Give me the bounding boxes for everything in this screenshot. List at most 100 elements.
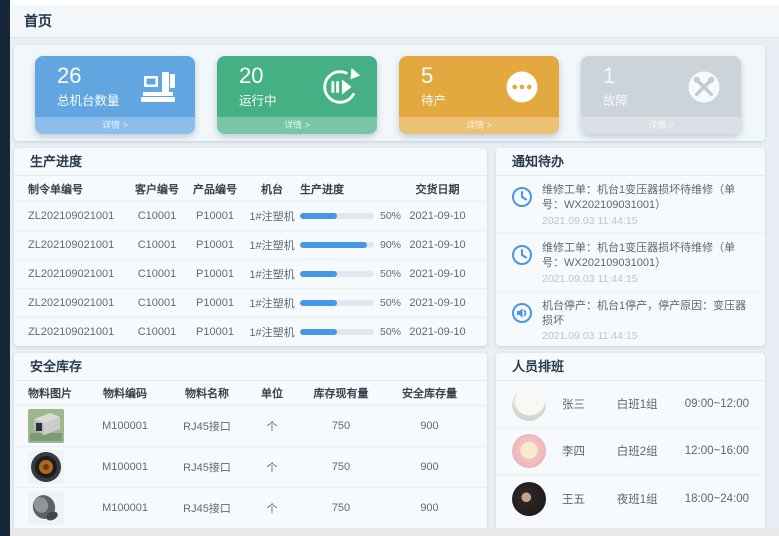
cell-code: M100001 (84, 461, 166, 473)
cell-unit: 个 (248, 459, 296, 475)
person-shift: 白班2组 (617, 443, 685, 459)
col-header-customer: 客户编号 (128, 181, 186, 197)
notification-time: 2021.09.03 11:44:15 (542, 330, 751, 342)
table-row[interactable]: ZL202109021001 C10001 P10001 1#注塑机 50% 2… (14, 259, 487, 288)
stat-card-details-link[interactable]: 详情 > (35, 117, 195, 134)
cell-progress: 50% (300, 297, 402, 309)
progress-bar (300, 271, 374, 277)
progress-label: 90% (380, 239, 401, 251)
collapsed-sidebar-strip (0, 0, 10, 536)
person-time: 18:00~24:00 (685, 493, 749, 505)
stat-label: 总机台数量 (57, 90, 120, 109)
table-row[interactable]: ZL202109021001 C10001 P10001 1#注塑机 50% 2… (14, 201, 487, 230)
cell-product: P10001 (186, 326, 244, 338)
avatar (512, 387, 546, 421)
list-item[interactable]: 机台停产：机台1停产，停产原因：变压器损坏 2021.09.03 11:44:1… (496, 292, 765, 346)
col-header-code: 物料编码 (84, 385, 166, 401)
stat-card-body: 1 故障 (581, 56, 741, 117)
cell-unit: 个 (248, 418, 296, 434)
progress-label: 50% (380, 268, 401, 280)
table-row[interactable]: ZL202109021001 C10001 P10001 1#注塑机 50% 2… (14, 288, 487, 317)
production-progress-panel: 生产进度 制令单编号 客户编号 产品编号 机台 生产进度 交货日期 ZL2021… (14, 148, 487, 346)
speaker-front-image (28, 450, 64, 484)
cell-customer: C10001 (128, 268, 186, 280)
stat-card-details-link[interactable]: 详情 > (217, 117, 377, 134)
running-icon (319, 66, 361, 108)
table-row[interactable]: M100001 RJ45接口 个 750 900 (14, 487, 487, 528)
stat-card-body: 5 待产 (399, 56, 559, 117)
col-header-unit: 单位 (248, 385, 296, 401)
progress-label: 50% (380, 210, 401, 222)
list-item[interactable]: 维修工单：机台1变压器损坏待维修（单号：WX202109031001） 2021… (496, 234, 765, 292)
progress-label: 50% (380, 297, 401, 309)
stat-card-waiting[interactable]: 5 待产 详情 > (399, 56, 559, 134)
list-item[interactable]: 张三 白班1组 09:00~12:00 (496, 381, 765, 428)
panel-title-inventory: 安全库存 (14, 353, 487, 381)
cell-delivery: 2021-09-10 (402, 210, 473, 222)
cell-customer: C10001 (128, 239, 186, 251)
cell-machine: 1#注塑机 (244, 324, 300, 340)
person-time: 09:00~12:00 (685, 398, 749, 410)
col-header-progress: 生产进度 (300, 181, 402, 197)
table-row[interactable]: M100001 RJ45接口 个 750 900 (14, 446, 487, 487)
progress-bar (300, 242, 374, 248)
ellipsis-icon (501, 66, 543, 108)
clock-icon (510, 243, 534, 267)
stat-card-total-machines[interactable]: 26 总机台数量 (35, 56, 195, 134)
cell-code: M100001 (84, 502, 166, 514)
cell-safety: 900 (386, 420, 473, 432)
table-row[interactable]: ZL202109021001 C10001 P10001 1#注塑机 50% 2… (14, 317, 487, 346)
stat-card-running[interactable]: 20 运行中 详情 > (217, 56, 377, 134)
cell-code: M100001 (84, 420, 166, 432)
cell-order: ZL202109021001 (28, 239, 128, 251)
table-row[interactable]: M100001 RJ45接口 个 750 900 (14, 405, 487, 446)
cell-name: RJ45接口 (166, 500, 248, 516)
stat-card-details-link[interactable]: 详情 > (399, 117, 559, 134)
list-item[interactable]: 王五 夜班1组 18:00~24:00 (496, 475, 765, 522)
notifications-panel: 通知待办 维修工单：机台1变压器损坏待维修（单号：WX202109031001）… (496, 148, 765, 346)
production-table-header: 制令单编号 客户编号 产品编号 机台 生产进度 交货日期 (14, 176, 487, 201)
stat-card-details-link[interactable]: 详情 > (581, 117, 741, 134)
cell-product: P10001 (186, 239, 244, 251)
col-header-order: 制令单编号 (28, 181, 128, 197)
list-item[interactable]: 李四 白班2组 12:00~16:00 (496, 428, 765, 475)
rj45-connector-image (28, 409, 64, 443)
notification-time: 2021.09.03 11:44:15 (542, 215, 751, 227)
person-time: 12:00~16:00 (685, 445, 749, 457)
notification-text: 维修工单：机台1变压器损坏待维修（单号：WX202109031001） (542, 183, 751, 214)
cell-unit: 个 (248, 500, 296, 516)
machine-icon (137, 66, 179, 108)
tab-bar: 首页 (10, 5, 779, 38)
personnel-schedule-panel: 人员排班 张三 白班1组 09:00~12:00 李四 白班2组 12:00~1… (496, 353, 765, 530)
list-item[interactable]: 维修工单：机台1变压器损坏待维修（单号：WX202109031001） 2021… (496, 176, 765, 234)
col-header-machine: 机台 (244, 181, 300, 197)
cell-stock: 750 (296, 420, 386, 432)
person-shift: 白班1组 (617, 396, 685, 412)
col-header-product: 产品编号 (186, 181, 244, 197)
tools-icon (683, 66, 725, 108)
panel-title-production: 生产进度 (14, 148, 487, 176)
stat-card-body: 26 总机台数量 (35, 56, 195, 117)
table-row[interactable]: ZL202109021001 C10001 P10001 1#注塑机 90% 2… (14, 230, 487, 259)
stat-card-body: 20 运行中 (217, 56, 377, 117)
panel-title-notifications: 通知待办 (496, 148, 765, 176)
cell-customer: C10001 (128, 210, 186, 222)
cell-progress: 50% (300, 326, 402, 338)
cell-delivery: 2021-09-10 (402, 297, 473, 309)
inventory-table-header: 物料图片 物料编码 物料名称 单位 库存现有量 安全库存量 (14, 381, 487, 405)
tab-home[interactable]: 首页 (24, 11, 52, 31)
cell-product: P10001 (186, 268, 244, 280)
cell-customer: C10001 (128, 326, 186, 338)
stat-value: 20 (239, 64, 277, 88)
cell-product: P10001 (186, 297, 244, 309)
cell-machine: 1#注塑机 (244, 295, 300, 311)
stat-value: 5 (421, 64, 446, 88)
cell-name: RJ45接口 (166, 418, 248, 434)
cell-progress: 50% (300, 268, 402, 280)
col-header-name: 物料名称 (166, 385, 248, 401)
notification-time: 2021.09.03 11:44:15 (542, 273, 751, 285)
stat-card-fault[interactable]: 1 故障 详情 > (581, 56, 741, 134)
cell-progress: 90% (300, 239, 402, 251)
cell-stock: 750 (296, 461, 386, 473)
cell-delivery: 2021-09-10 (402, 268, 473, 280)
